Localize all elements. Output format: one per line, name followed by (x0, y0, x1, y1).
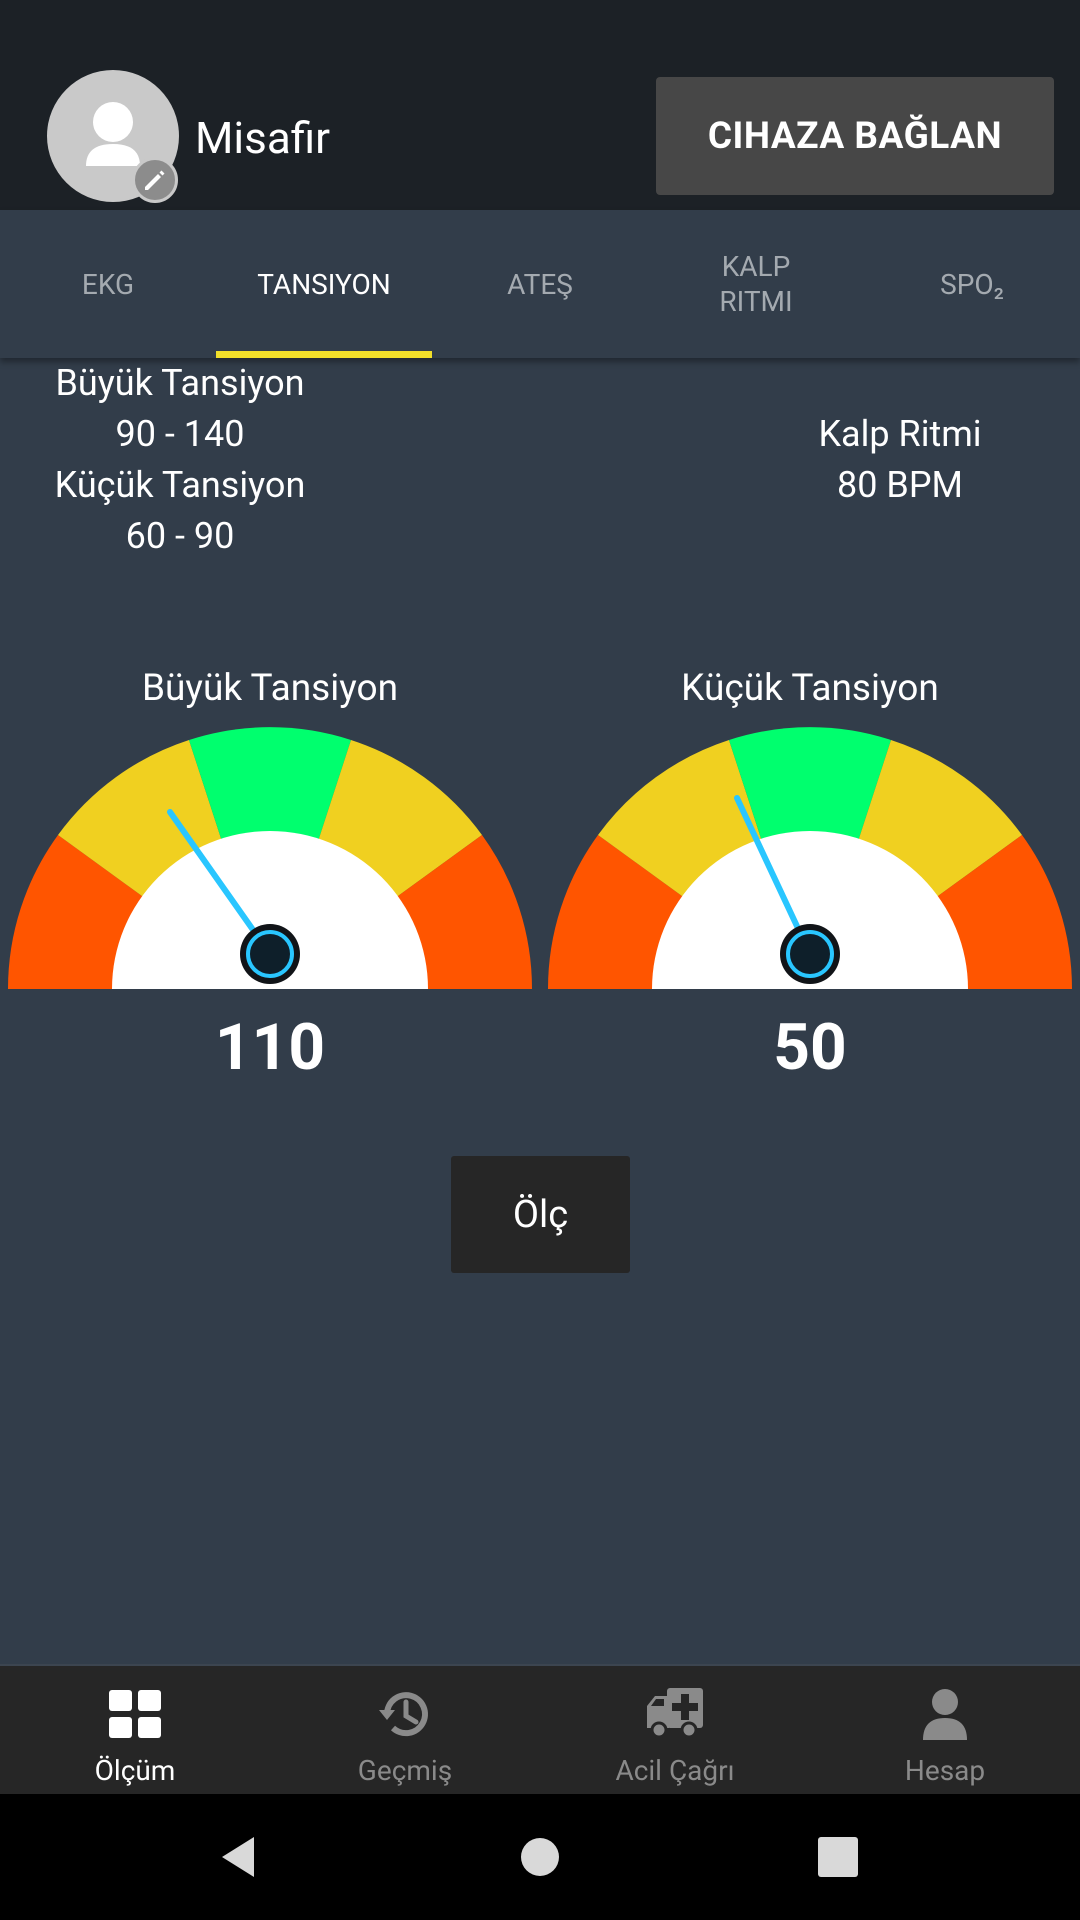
history-icon (379, 1692, 428, 1737)
measurement-tabs: EKG TANSIYON ATEŞ KALP RITMI SPO₂ (0, 210, 1080, 358)
system-navigation-bar (0, 1794, 1080, 1920)
nav-label-hesap: Hesap (904, 1754, 986, 1787)
connect-device-button[interactable]: CIHAZA BAĞLAN (656, 77, 1054, 195)
edit-avatar-button[interactable] (132, 157, 178, 203)
dashboard-icon (109, 1690, 161, 1738)
ambulance-icon (647, 1688, 703, 1739)
nav-item-acil-cagri[interactable]: Acil Çağrı (540, 1666, 810, 1796)
app-header: Misafir CIHAZA BAĞLAN (0, 0, 1080, 210)
recents-icon[interactable] (808, 1827, 868, 1887)
diastolic-value: 50 (773, 1010, 847, 1085)
heart-rate-value: 80 BPM (837, 464, 963, 506)
gauge-hub-ring (786, 930, 834, 978)
diastolic-label: Küçük Tansiyon (54, 464, 306, 506)
nav-label-acil-cagri: Acil Çağrı (615, 1754, 735, 1787)
person-icon (923, 1689, 967, 1740)
back-icon[interactable] (208, 1827, 268, 1887)
measure-button[interactable]: Ölç (451, 1156, 630, 1273)
nav-label-gecmis: Geçmiş (357, 1754, 453, 1787)
diastolic-gauge-title: Küçük Tansiyon (681, 667, 939, 710)
systolic-gauge (7, 727, 532, 989)
username: Misafir (195, 112, 331, 164)
diastolic-range: 60 - 90 (125, 515, 235, 557)
nav-item-hesap[interactable]: Hesap (810, 1666, 1080, 1796)
bottom-navigation: Ölçüm Geçmiş Acil Çağrı Hesap (0, 1664, 1080, 1794)
tab-spo2[interactable]: SPO₂ (864, 210, 1080, 358)
systolic-value: 110 (214, 1010, 326, 1085)
diastolic-gauge (548, 727, 1072, 989)
gauge-hub-ring (246, 930, 294, 978)
heart-rate-label: Kalp Ritmi (818, 413, 982, 455)
nav-item-gecmis[interactable]: Geçmiş (270, 1666, 540, 1796)
systolic-gauge-title: Büyük Tansiyon (141, 667, 399, 710)
tab-indicator (216, 351, 432, 358)
nav-item-olcum[interactable]: Ölçüm (0, 1666, 270, 1796)
nav-label-olcum: Ölçüm (94, 1754, 176, 1787)
home-icon[interactable] (510, 1827, 570, 1887)
tab-ekg[interactable]: EKG (0, 210, 216, 358)
tab-ates[interactable]: ATEŞ (432, 210, 648, 358)
systolic-range: 90 - 140 (115, 413, 245, 455)
tab-tansiyon[interactable]: TANSIYON (216, 210, 432, 358)
pencil-icon (145, 170, 165, 190)
tab-kalp-ritmi[interactable]: KALP RITMI (648, 210, 864, 358)
systolic-label: Büyük Tansiyon (55, 362, 305, 404)
